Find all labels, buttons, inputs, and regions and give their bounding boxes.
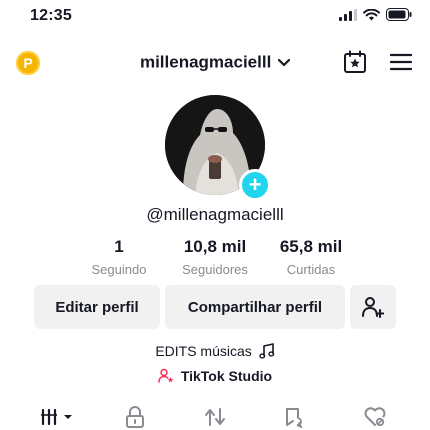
- chevron-down-icon: [277, 58, 291, 66]
- add-person-icon: [362, 297, 384, 318]
- plus-icon: +: [248, 172, 262, 197]
- lock-icon: [126, 406, 144, 428]
- profile-handle: @millenagmacielll: [146, 205, 284, 224]
- calendar-star-icon: [344, 50, 366, 73]
- tab-favorites[interactable]: [265, 404, 325, 430]
- tiktok-studio-link[interactable]: TikTok Studio: [0, 368, 430, 384]
- grid-dropdown-icon: [41, 408, 72, 426]
- top-username: millenagmacielll: [139, 52, 272, 72]
- studio-icon: [158, 368, 174, 383]
- followers-label[interactable]: Seguidores: [170, 262, 260, 277]
- hamburger-menu-icon: [389, 53, 413, 71]
- bio: EDITS músicas: [0, 343, 430, 359]
- repost-icon: [205, 408, 225, 426]
- liked-icon: [364, 407, 386, 427]
- battery-icon: [386, 8, 412, 21]
- tab-liked[interactable]: [345, 404, 405, 430]
- following-label[interactable]: Seguindo: [79, 262, 159, 277]
- tab-private[interactable]: [105, 404, 165, 430]
- menu-button[interactable]: [389, 53, 413, 76]
- edit-profile-button[interactable]: Editar perfil: [34, 285, 160, 329]
- status-icons: [339, 8, 412, 21]
- tab-videos[interactable]: [27, 404, 87, 430]
- add-friend-button[interactable]: [350, 285, 396, 329]
- studio-label: TikTok Studio: [180, 368, 273, 384]
- likes-count[interactable]: 65,8 mil: [266, 237, 356, 257]
- bio-text: EDITS músicas: [155, 343, 252, 359]
- followers-count[interactable]: 10,8 mil: [170, 237, 260, 257]
- wifi-icon: [363, 8, 380, 20]
- status-time: 12:35: [30, 7, 72, 24]
- favorites-icon: [286, 408, 303, 428]
- signal-icon: [339, 8, 357, 21]
- music-note-icon: [258, 343, 274, 359]
- following-count[interactable]: 1: [89, 237, 149, 257]
- add-story-button[interactable]: +: [239, 169, 271, 201]
- tab-reposts[interactable]: [185, 404, 245, 430]
- likes-label[interactable]: Curtidas: [266, 262, 356, 277]
- share-profile-button[interactable]: Compartilhar perfil: [165, 285, 345, 329]
- calendar-button[interactable]: [343, 50, 367, 79]
